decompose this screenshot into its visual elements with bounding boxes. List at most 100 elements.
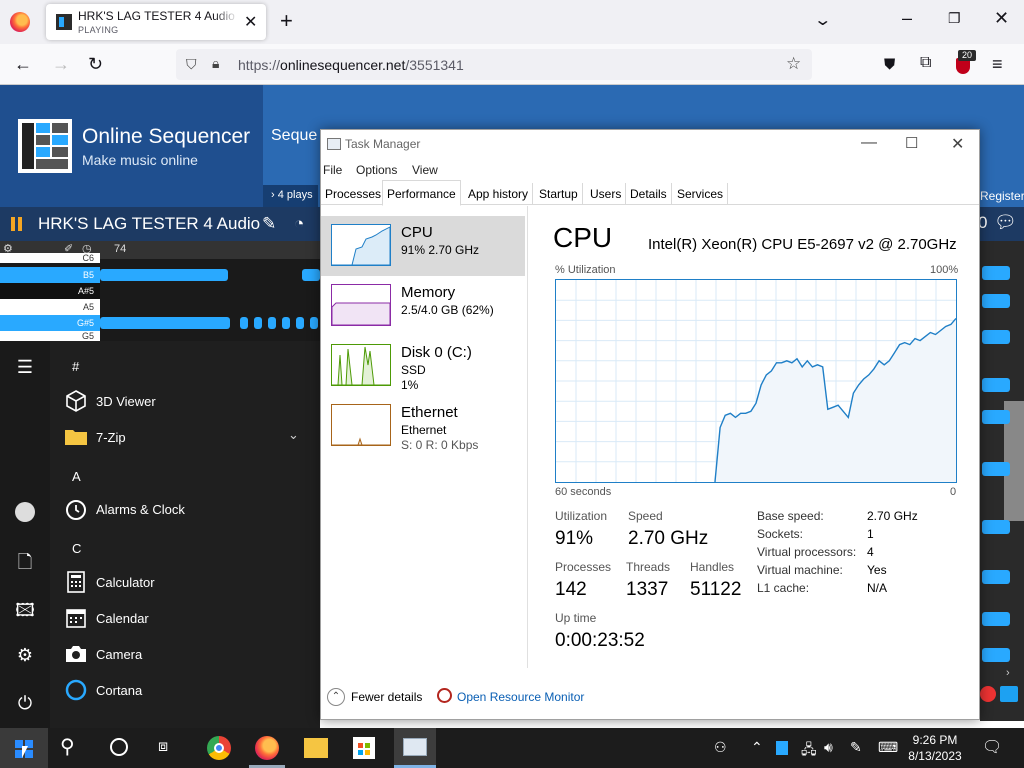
twitter-share-icon[interactable] bbox=[1000, 686, 1018, 702]
power-icon[interactable]: ⏻ bbox=[15, 693, 35, 714]
app-tray-icon[interactable] bbox=[776, 741, 788, 755]
microsoft-store-icon[interactable] bbox=[353, 737, 375, 759]
tab-performance[interactable]: Performance bbox=[382, 180, 461, 206]
search-icon[interactable]: ⚲ bbox=[60, 734, 84, 758]
sequencer-note[interactable] bbox=[982, 330, 1010, 344]
comments-icon[interactable]: 💬︎ bbox=[994, 212, 1017, 233]
reddit-share-icon[interactable] bbox=[980, 686, 996, 702]
tab-services[interactable]: Services bbox=[673, 183, 729, 205]
pause-icon[interactable] bbox=[10, 217, 24, 231]
firefox-icon[interactable] bbox=[10, 12, 30, 32]
sequencer-note[interactable] bbox=[310, 317, 318, 329]
user-account-icon[interactable] bbox=[15, 502, 35, 522]
sequencer-note[interactable] bbox=[100, 269, 228, 281]
sequencer-note[interactable] bbox=[982, 570, 1010, 584]
people-icon[interactable]: ⚇ bbox=[714, 739, 727, 756]
app-7-zip[interactable]: 7-Zip ⌄ bbox=[62, 419, 312, 455]
task-view-icon[interactable]: ⧈ bbox=[158, 738, 182, 762]
piano-key[interactable]: G#5 bbox=[0, 315, 100, 331]
sequencer-note[interactable] bbox=[282, 317, 290, 329]
menu-file[interactable]: File bbox=[323, 163, 342, 177]
sequencer-note[interactable] bbox=[982, 266, 1010, 280]
maximize-icon[interactable]: ☐ bbox=[905, 134, 918, 152]
register-link[interactable]: Register bbox=[980, 189, 1024, 203]
list-tabs-chevron-icon[interactable]: ⌄ bbox=[813, 10, 832, 30]
app-cortana[interactable]: Cortana bbox=[62, 672, 312, 708]
resource-memory[interactable]: Memory 2.5/4.0 GB (62%) bbox=[321, 276, 525, 336]
sequencer-note[interactable] bbox=[982, 378, 1010, 392]
open-resource-monitor-link[interactable]: Open Resource Monitor bbox=[457, 690, 584, 704]
firefox-taskbar-icon[interactable] bbox=[255, 736, 279, 760]
browser-tab[interactable]: HRK'S LAG TESTER 4 Audio - Online Sequen… bbox=[46, 4, 266, 40]
site-nav-sequences[interactable]: Seque bbox=[271, 127, 317, 145]
pictures-icon[interactable]: 🖾︎ bbox=[15, 598, 35, 628]
sequencer-note[interactable] bbox=[982, 612, 1010, 626]
file-explorer-icon[interactable] bbox=[304, 738, 328, 758]
resource-disk[interactable]: Disk 0 (C:) SSD 1% bbox=[321, 336, 525, 396]
piano-key[interactable]: G5 bbox=[0, 331, 100, 341]
resource-ethernet[interactable]: Ethernet Ethernet S: 0 R: 0 Kbps bbox=[321, 396, 525, 456]
section-letter[interactable]: A bbox=[72, 469, 81, 484]
fewer-details-link[interactable]: Fewer details bbox=[351, 690, 422, 704]
tab-startup[interactable]: Startup bbox=[535, 183, 583, 205]
close-tab-icon[interactable]: ✕ bbox=[244, 12, 257, 32]
sequencer-note[interactable] bbox=[982, 294, 1010, 308]
tab-users[interactable]: Users bbox=[586, 183, 627, 205]
app-alarms-clock[interactable]: Alarms & Clock bbox=[62, 491, 312, 527]
back-arrow-icon[interactable]: ← bbox=[14, 54, 32, 75]
sequencer-note[interactable] bbox=[100, 317, 230, 329]
resource-cpu[interactable]: CPU 91% 2.70 GHz bbox=[321, 216, 525, 276]
chevron-down-icon[interactable]: ⌄ bbox=[288, 427, 299, 443]
chevron-up-icon[interactable]: ⌃ bbox=[327, 688, 345, 706]
close-icon[interactable]: ✕ bbox=[951, 134, 964, 154]
site-title[interactable]: Online Sequencer bbox=[82, 125, 250, 149]
sequencer-note[interactable] bbox=[982, 520, 1010, 534]
piano-key[interactable]: A5 bbox=[0, 299, 100, 315]
piano-key[interactable]: A#5 bbox=[0, 283, 100, 299]
sequencer-note[interactable] bbox=[268, 317, 276, 329]
sequencer-note[interactable] bbox=[254, 317, 262, 329]
sequencer-note[interactable] bbox=[240, 317, 248, 329]
tab-app-history[interactable]: App history bbox=[464, 183, 534, 205]
bookmark-star-icon[interactable]: ☆ bbox=[786, 54, 801, 74]
tab-processes[interactable]: Processes bbox=[321, 183, 387, 205]
sequencer-note[interactable] bbox=[982, 462, 1010, 476]
sequencer-note[interactable] bbox=[296, 317, 304, 329]
edit-pencil-icon[interactable]: ✎ bbox=[262, 214, 276, 234]
address-bar[interactable]: ⛉ 🔒︎ https://onlinesequencer.net/3551341… bbox=[176, 49, 812, 80]
network-icon[interactable]: 🖧︎ bbox=[801, 739, 817, 763]
section-letter[interactable]: # bbox=[72, 359, 79, 374]
pocket-icon[interactable]: ⛊ bbox=[884, 56, 895, 73]
url-text[interactable]: https://onlinesequencer.net/3551341 bbox=[238, 57, 464, 73]
sequencer-note[interactable] bbox=[302, 269, 320, 281]
expand-menu-icon[interactable]: ☰ bbox=[15, 357, 35, 378]
settings-icon[interactable]: ⚙ bbox=[15, 645, 35, 666]
reload-icon[interactable]: ↻ bbox=[88, 54, 103, 75]
sequencer-note[interactable] bbox=[982, 410, 1010, 424]
system-clock[interactable]: 9:26 PM 8/13/2023 bbox=[900, 732, 970, 764]
menu-view[interactable]: View bbox=[412, 163, 438, 177]
show-hidden-icons-chevron[interactable]: ⌃ bbox=[751, 739, 763, 756]
minimize-icon[interactable]: — bbox=[861, 134, 877, 152]
piano-key[interactable]: C6 bbox=[0, 253, 100, 263]
tracking-protection-shield-icon[interactable]: ⛉ bbox=[186, 56, 197, 73]
new-tab-icon[interactable]: + bbox=[280, 8, 293, 34]
action-center-icon[interactable]: 🗨︎ bbox=[982, 737, 1002, 757]
task-manager-taskbar-button[interactable] bbox=[394, 728, 436, 768]
scroll-right-arrow-icon[interactable]: › bbox=[1006, 667, 1010, 679]
volume-icon[interactable]: 🔊︎ bbox=[824, 739, 833, 756]
forward-arrow-icon[interactable]: → bbox=[52, 54, 70, 75]
restore-icon[interactable]: ❐ bbox=[948, 10, 961, 27]
close-window-icon[interactable]: ✕ bbox=[994, 8, 1009, 29]
hamburger-menu-icon[interactable]: ≡ bbox=[992, 54, 1003, 75]
app-calendar[interactable]: Calendar bbox=[62, 600, 312, 636]
extensions-puzzle-icon[interactable]: ⧉ bbox=[920, 54, 931, 72]
cortana-taskbar-icon[interactable] bbox=[110, 738, 128, 756]
menu-options[interactable]: Options bbox=[356, 163, 397, 177]
app-camera[interactable]: Camera bbox=[62, 636, 312, 672]
tab-details[interactable]: Details bbox=[626, 183, 672, 205]
section-letter[interactable]: C bbox=[72, 541, 81, 556]
app-3d-viewer[interactable]: 3D Viewer bbox=[62, 383, 312, 419]
lock-icon[interactable]: 🔒︎ bbox=[212, 55, 219, 72]
minimize-icon[interactable]: – bbox=[902, 8, 912, 29]
